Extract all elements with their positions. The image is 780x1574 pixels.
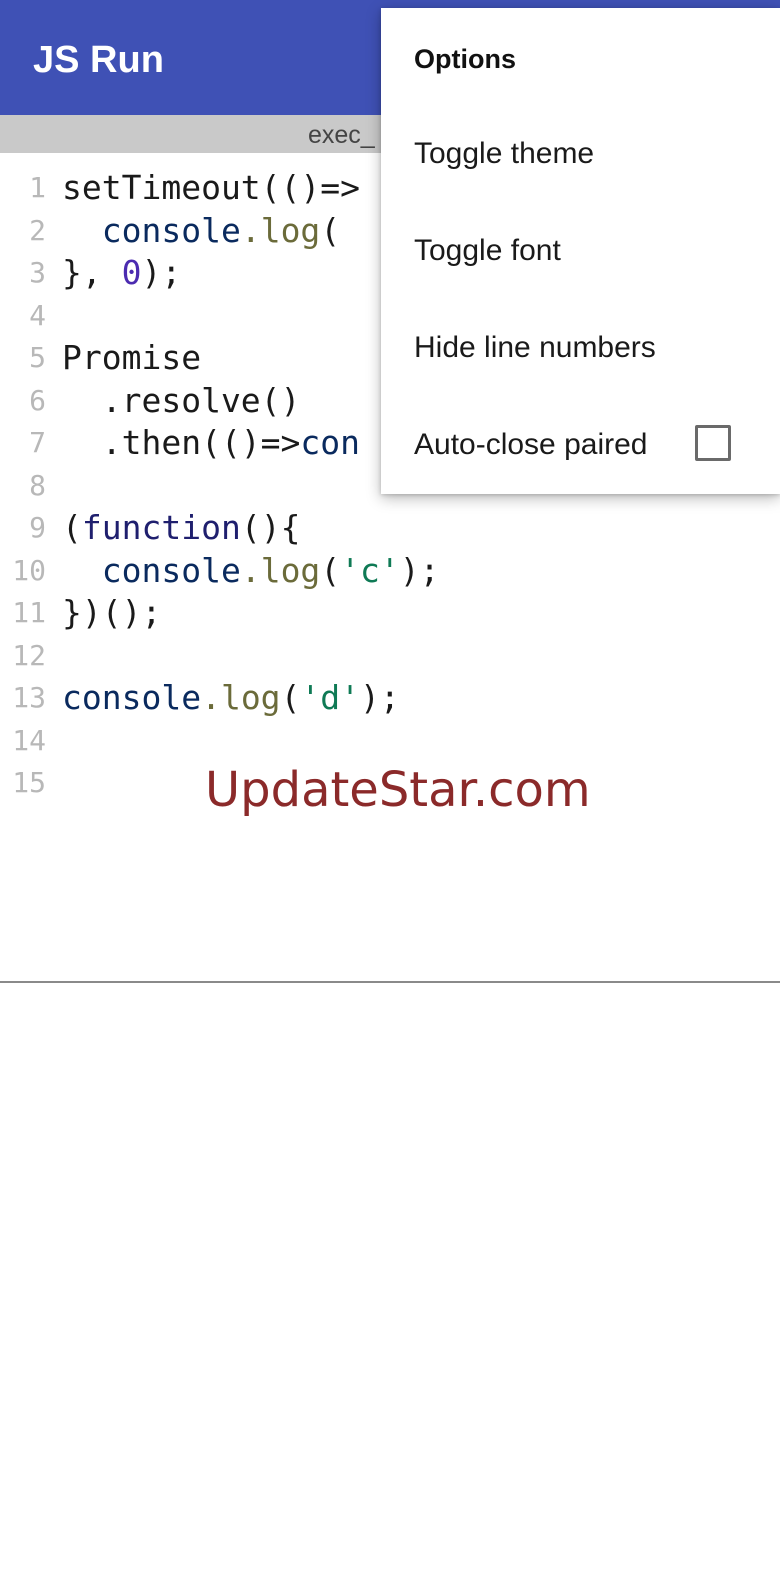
line-number: 5	[29, 341, 46, 374]
console-output	[0, 983, 780, 1574]
line-number: 4	[29, 298, 46, 332]
code-token: console	[101, 550, 241, 590]
menu-item-label: Toggle theme	[414, 137, 595, 170]
line-number: 12	[12, 638, 46, 672]
code-text: }, 0);	[62, 252, 181, 294]
code-token: (	[280, 678, 301, 717]
line-number: 6	[29, 383, 46, 417]
code-line[interactable]: 12	[0, 635, 780, 677]
options-menu: Options Toggle theme Toggle font Hide li…	[381, 8, 780, 494]
code-token: function	[81, 508, 241, 547]
code-text: .then(()=>con	[62, 422, 360, 464]
line-number: 14	[12, 723, 46, 757]
code-text: Promise	[62, 337, 201, 379]
file-tab[interactable]: exec_	[308, 120, 375, 150]
menu-item-auto-close-paired[interactable]: Auto-close paired	[381, 397, 780, 494]
code-token: })();	[62, 593, 162, 632]
app-title: JS Run	[33, 39, 164, 81]
code-token: .log	[201, 678, 281, 717]
line-number: 8	[29, 468, 46, 502]
auto-close-paired-checkbox[interactable]	[695, 425, 731, 461]
code-token: setTimeout(()=>	[62, 168, 361, 207]
line-number: 15	[12, 766, 46, 799]
code-token: (	[320, 210, 341, 250]
code-token: 'c'	[340, 550, 400, 590]
code-token: .then(()=>	[62, 423, 301, 462]
code-token: 0	[121, 253, 142, 292]
code-token: console	[101, 210, 241, 250]
code-text: (function(){	[62, 507, 300, 549]
code-token: Promise	[62, 338, 202, 377]
menu-item-label: Auto-close paired	[414, 428, 648, 461]
code-token: );	[360, 678, 400, 717]
menu-item-toggle-theme[interactable]: Toggle theme	[381, 106, 780, 203]
code-text: console.log(	[62, 210, 340, 252]
line-number: 10	[12, 553, 46, 587]
code-token: con	[300, 423, 361, 462]
code-line[interactable]: 10 console.log('c');	[0, 550, 780, 592]
line-number: 13	[12, 681, 46, 714]
code-line[interactable]: 9 (function(){	[0, 507, 780, 549]
code-token: );	[399, 550, 440, 590]
code-token: },	[62, 253, 122, 292]
code-text: .resolve()	[62, 380, 301, 422]
code-token: console	[62, 678, 202, 717]
menu-item-toggle-font[interactable]: Toggle font	[381, 203, 780, 300]
menu-header: Options	[414, 44, 516, 74]
menu-item-label: Hide line numbers	[414, 331, 656, 364]
code-text: setTimeout(()=>	[62, 167, 360, 209]
code-token: );	[141, 253, 182, 292]
menu-item-hide-line-numbers[interactable]: Hide line numbers	[381, 300, 780, 397]
code-text: })();	[62, 592, 161, 634]
line-number: 7	[29, 426, 46, 459]
code-text: console.log('d');	[62, 677, 400, 719]
code-line[interactable]: 11 })();	[0, 592, 780, 634]
line-number: 9	[29, 511, 46, 544]
code-line[interactable]: 14	[0, 720, 780, 762]
code-line[interactable]: 13 console.log('d');	[0, 677, 780, 719]
code-token: (	[320, 550, 341, 590]
line-number: 2	[29, 213, 46, 247]
line-number: 3	[29, 256, 46, 289]
code-token: .log	[240, 550, 321, 590]
menu-item-label: Toggle font	[414, 234, 561, 267]
watermark-text: UpdateStar.com	[205, 762, 591, 818]
code-token: (){	[240, 508, 301, 547]
code-token: .log	[240, 210, 321, 250]
line-number: 11	[12, 596, 46, 629]
code-token: (	[62, 508, 82, 547]
code-text: console.log('c');	[62, 550, 440, 592]
code-token: 'd'	[300, 678, 361, 717]
code-token: .resolve()	[62, 380, 301, 420]
line-number: 1	[29, 171, 46, 204]
